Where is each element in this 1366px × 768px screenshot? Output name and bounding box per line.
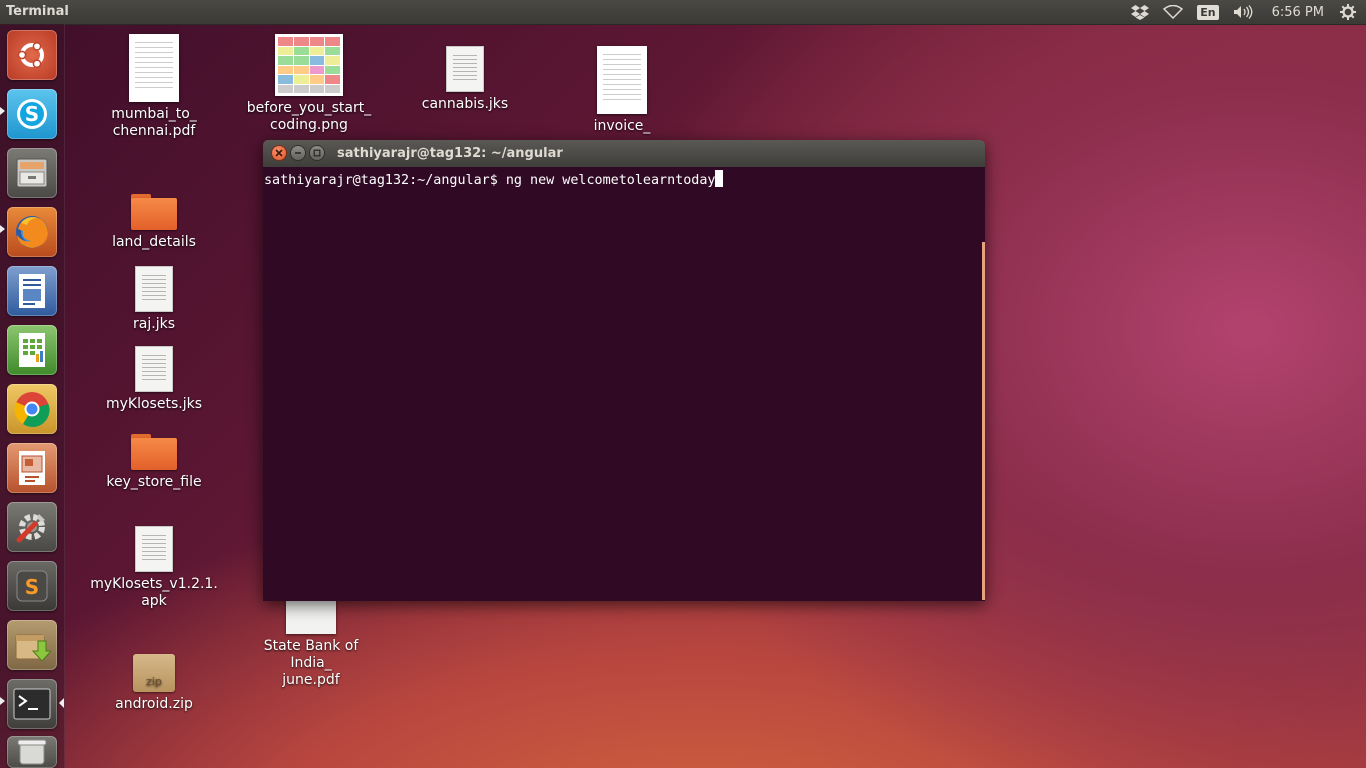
minimize-icon — [295, 152, 301, 154]
terminal-icon[interactable] — [7, 679, 57, 729]
chrome-icon[interactable] — [7, 384, 57, 434]
file-label: myKlosets_v1.2.1. apk — [90, 576, 218, 609]
close-button[interactable] — [272, 146, 286, 160]
scrollbar[interactable] — [982, 242, 985, 600]
firefox-icon[interactable] — [7, 207, 57, 257]
desktop-file-state-bank-pdf[interactable]: State Bank of India_ june.pdf — [246, 588, 376, 689]
folder-icon — [131, 194, 177, 230]
desktop-file-before-you-start-png[interactable]: before_you_start_ coding.png — [244, 34, 374, 134]
volume-icon[interactable] — [1226, 0, 1260, 24]
maximize-button[interactable] — [310, 146, 324, 160]
desktop-file-myklosets-jks[interactable]: myKlosets.jks — [89, 346, 219, 413]
desktop-folder-land-details[interactable]: land_details — [89, 194, 219, 251]
file-label: State Bank of India_ june.pdf — [263, 638, 359, 688]
file-manager-icon[interactable] — [7, 148, 57, 198]
desktop-file-mumbai-pdf[interactable]: mumbai_to_ chennai.pdf — [89, 34, 219, 140]
window-titlebar[interactable]: sathiyarajr@tag132: ~/angular — [263, 140, 985, 167]
skype-icon[interactable]: S — [7, 89, 57, 139]
svg-text:S: S — [25, 575, 39, 599]
desktop-folder-key-store-file[interactable]: key_store_file — [89, 434, 219, 491]
zip-badge: zip — [146, 675, 162, 688]
desktop-file-android-zip[interactable]: zip android.zip — [89, 654, 219, 713]
window-title: sathiyarajr@tag132: ~/angular — [337, 146, 563, 161]
pdf-file-icon — [129, 34, 179, 102]
dropbox-icon[interactable] — [1124, 0, 1156, 24]
file-label: key_store_file — [106, 474, 202, 490]
desktop-file-invoice[interactable]: invoice_ — [557, 46, 687, 135]
terminal-command: ng new welcometolearntoday — [497, 173, 716, 188]
libreoffice-impress-icon[interactable] — [7, 443, 57, 493]
document-file-icon — [446, 46, 484, 92]
file-label: before_you_start_ coding.png — [246, 100, 372, 133]
file-label: cannabis.jks — [421, 96, 509, 112]
pdf-file-icon — [597, 46, 647, 114]
system-settings-icon[interactable] — [7, 502, 57, 552]
svg-text:S: S — [25, 102, 39, 126]
top-panel: Terminal En 6:56 PM — [0, 0, 1366, 24]
desktop-file-cannabis-jks[interactable]: cannabis.jks — [400, 46, 530, 113]
focused-indicator — [59, 698, 64, 708]
libreoffice-writer-icon[interactable] — [7, 266, 57, 316]
running-indicator — [0, 225, 5, 233]
settings-gear-icon[interactable] — [1336, 0, 1366, 24]
wifi-icon[interactable] — [1156, 0, 1190, 24]
running-indicator — [0, 697, 5, 705]
image-file-icon — [275, 34, 343, 96]
sublime-text-icon[interactable]: S — [7, 561, 57, 611]
desktop-file-myklosets-apk[interactable]: myKlosets_v1.2.1. apk — [89, 526, 219, 610]
trash-icon[interactable] — [7, 736, 57, 768]
running-indicator — [0, 107, 5, 115]
document-file-icon — [135, 526, 173, 572]
document-file-icon — [135, 346, 173, 392]
file-label: invoice_ — [593, 118, 651, 134]
terminal-prompt: sathiyarajr@tag132:~/angular$ — [264, 173, 498, 188]
launcher: S S — [0, 24, 65, 768]
clock[interactable]: 6:56 PM — [1260, 0, 1336, 24]
close-icon — [275, 149, 283, 157]
document-file-icon — [135, 266, 173, 312]
minimize-button[interactable] — [291, 146, 305, 160]
maximize-icon — [313, 149, 321, 157]
file-label: android.zip — [115, 696, 193, 712]
file-label: myKlosets.jks — [106, 396, 202, 412]
libreoffice-calc-icon[interactable] — [7, 325, 57, 375]
terminal-window[interactable]: sathiyarajr@tag132: ~/angular sathiyaraj… — [263, 140, 985, 601]
ubuntu-dash-icon[interactable] — [7, 30, 57, 80]
file-label: mumbai_to_ chennai.pdf — [111, 106, 197, 139]
terminal-line: sathiyarajr@tag132:~/angular$ ng new wel… — [264, 170, 724, 188]
active-app-title[interactable]: Terminal — [6, 4, 69, 19]
desktop-file-raj-jks[interactable]: raj.jks — [89, 266, 219, 333]
keyboard-layout-label: En — [1197, 4, 1219, 20]
terminal-body[interactable]: sathiyarajr@tag132:~/angular$ ng new wel… — [263, 167, 985, 601]
keyboard-icon[interactable]: En — [1190, 0, 1225, 24]
software-updater-icon[interactable] — [7, 620, 57, 670]
file-label: land_details — [112, 234, 196, 250]
text-cursor — [715, 170, 724, 187]
zip-archive-icon: zip — [133, 654, 175, 692]
folder-icon — [131, 434, 177, 470]
file-label: raj.jks — [133, 316, 175, 332]
indicator-area: En 6:56 PM — [1124, 0, 1366, 24]
